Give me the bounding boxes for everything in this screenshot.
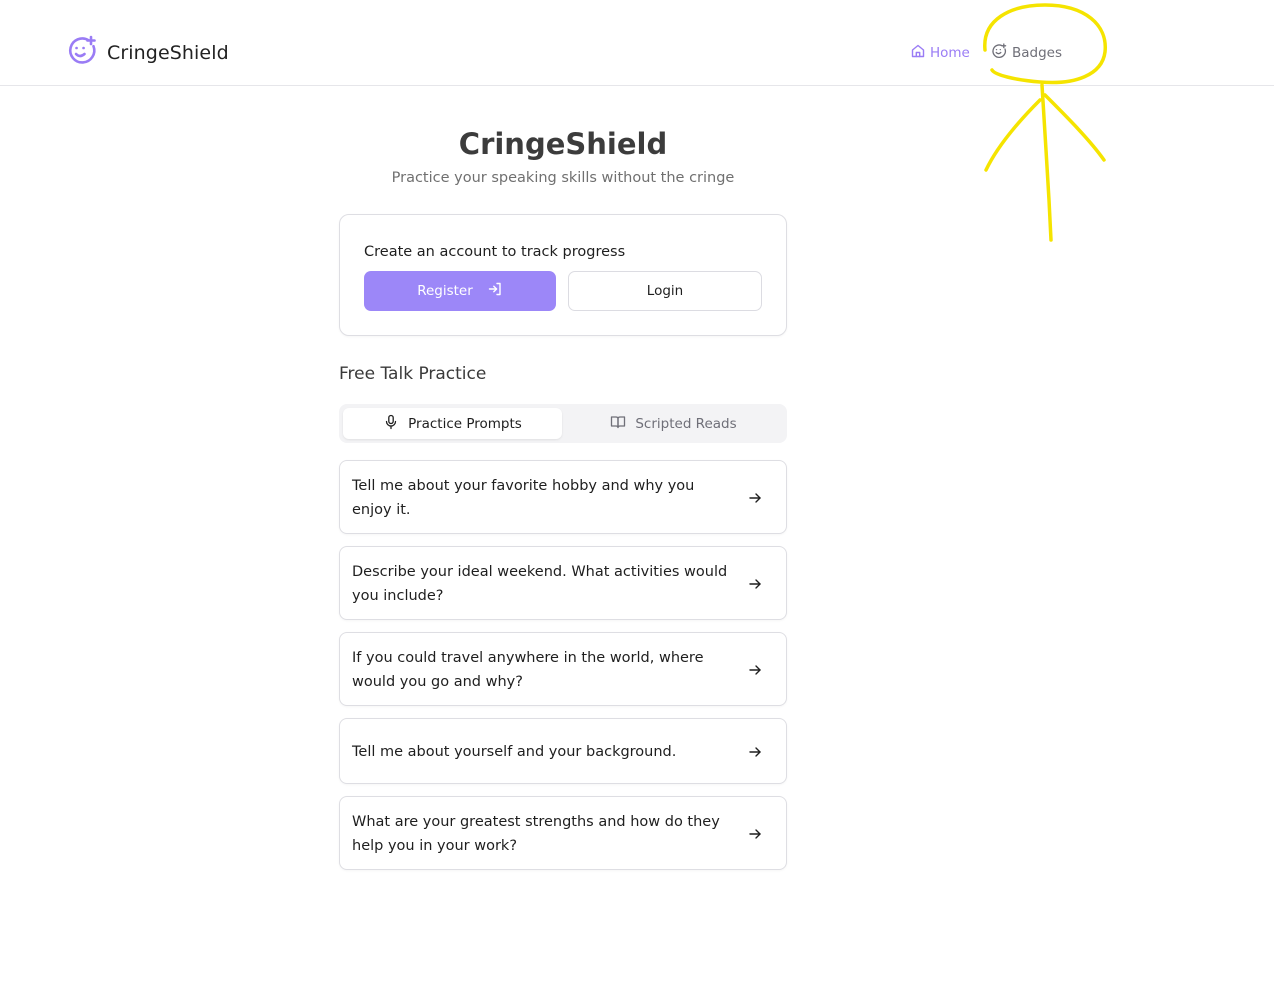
register-label: Register [417, 283, 473, 299]
annotation-arrow [984, 83, 1106, 242]
smile-plus-icon [66, 35, 98, 71]
prompt-card[interactable]: If you could travel anywhere in the worl… [339, 632, 787, 706]
prompt-text: If you could travel anywhere in the worl… [352, 650, 704, 690]
log-in-icon [487, 281, 503, 301]
arrow-right-icon [749, 829, 761, 839]
tab-label: Scripted Reads [635, 415, 737, 432]
arrow-right-icon [749, 493, 761, 503]
page-subtitle: Practice your speaking skills without th… [391, 170, 735, 186]
register-button[interactable]: Register [364, 271, 556, 311]
login-label: Login [646, 283, 684, 299]
brand-logo-link[interactable]: CringeShield [66, 35, 229, 71]
microphone-icon [383, 414, 399, 434]
nav-home-link[interactable]: Home [910, 44, 970, 62]
nav-badges-link[interactable]: Badges [991, 43, 1063, 63]
prompt-text: Tell me about yourself and your backgrou… [352, 744, 677, 760]
book-open-icon [610, 414, 626, 434]
nav-home-label: Home [930, 45, 970, 61]
smile-plus-icon [991, 43, 1007, 63]
tab-label: Practice Prompts [408, 415, 522, 432]
login-button[interactable]: Login [568, 271, 762, 311]
prompt-card[interactable]: Tell me about yourself and your backgrou… [339, 718, 787, 784]
tab-scripted-reads[interactable]: Scripted Reads [564, 408, 783, 439]
section-title: Free Talk Practice [339, 364, 487, 384]
account-message: Create an account to track progress [364, 244, 626, 260]
prompt-text: What are your greatest strengths and how… [352, 814, 720, 854]
top-navbar: CringeShield Home Badges [0, 0, 1274, 86]
brand-name: CringeShield [107, 42, 229, 64]
home-icon [910, 43, 926, 63]
account-card: Create an account to track progress Regi… [339, 214, 787, 336]
practice-tabs: Practice Prompts Scripted Reads [339, 404, 787, 443]
tab-practice-prompts[interactable]: Practice Prompts [343, 408, 562, 439]
arrow-right-icon [749, 747, 761, 757]
prompt-card[interactable]: Tell me about your favorite hobby and wh… [339, 460, 787, 534]
page-title: CringeShield [458, 127, 668, 161]
prompt-card[interactable]: Describe your ideal weekend. What activi… [339, 546, 787, 620]
prompt-text: Describe your ideal weekend. What activi… [352, 564, 728, 604]
nav-badges-label: Badges [1012, 45, 1063, 61]
arrow-right-icon [749, 579, 761, 589]
prompt-text: Tell me about your favorite hobby and wh… [352, 478, 695, 518]
prompt-card[interactable]: What are your greatest strengths and how… [339, 796, 787, 870]
arrow-right-icon [749, 665, 761, 675]
